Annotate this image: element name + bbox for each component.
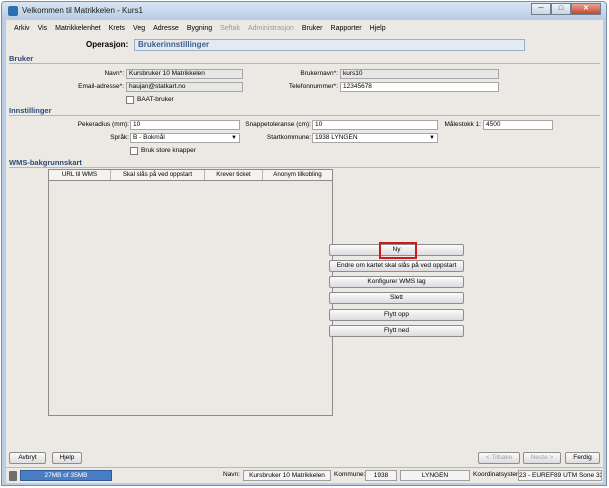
next-button: Neste >: [523, 452, 561, 464]
status-kommune-name: LYNGEN: [400, 470, 470, 481]
delete-button[interactable]: Slett: [329, 292, 464, 304]
highlight-marker: [379, 242, 417, 259]
close-button[interactable]: ✕: [571, 3, 601, 15]
big-buttons-checkbox[interactable]: [130, 147, 138, 155]
back-button: < Tilbake: [478, 452, 520, 464]
window-title: Velkommen til Matrikkelen - Kurs1: [22, 6, 143, 15]
wms-table[interactable]: URL til WMS Skal slås på ved oppstart Kr…: [48, 169, 333, 416]
menu-krets[interactable]: Krets: [105, 25, 129, 32]
section-wms-heading: WMS-bakgrunnskart: [9, 158, 82, 167]
section-divider: [9, 63, 600, 64]
menu-rapporter[interactable]: Rapporter: [327, 25, 366, 32]
menu-veg[interactable]: Veg: [129, 25, 149, 32]
operation-label: Operasjon:: [86, 40, 129, 49]
language-value: B - Bokmål: [133, 134, 165, 141]
email-label: Email-adresse*:: [78, 83, 124, 90]
move-up-button[interactable]: Flytt opp: [329, 309, 464, 321]
section-divider: [9, 167, 600, 168]
wms-table-header: URL til WMS Skal slås på ved oppstart Kr…: [49, 170, 332, 181]
move-down-button[interactable]: Flytt ned: [329, 325, 464, 337]
language-label: Språk:: [110, 134, 129, 141]
language-select[interactable]: B - Bokmål ▼: [130, 133, 240, 143]
menu-adresse[interactable]: Adresse: [149, 25, 183, 32]
toggle-startup-button[interactable]: Endre om kartet skal slås på ved oppstar…: [329, 260, 464, 272]
email-field[interactable]: haujan@statkart.no: [126, 82, 243, 92]
app-icon: [8, 6, 18, 16]
chevron-down-icon: ▼: [231, 135, 237, 141]
status-name-label: Navn:: [223, 471, 240, 478]
menu-hjelp[interactable]: Hjelp: [366, 25, 390, 32]
big-buttons-label: Bruk store knapper: [141, 147, 196, 154]
status-kommune-label: Kommune:: [334, 471, 366, 478]
section-innstillinger-heading: Innstillinger: [9, 106, 52, 115]
username-label: Brukernavn*:: [300, 70, 338, 77]
scale-field[interactable]: 4500: [483, 120, 553, 130]
phone-field[interactable]: 12345678: [340, 82, 499, 92]
menu-seftak: Seftak: [220, 24, 240, 32]
menu-bygning[interactable]: Bygning: [183, 25, 216, 32]
configure-wms-button[interactable]: Konfigurer WMS lag: [329, 276, 464, 288]
status-name-value: Kursbruker 10 Matrikkelen: [243, 470, 331, 481]
column-header-url[interactable]: URL til WMS: [49, 170, 111, 180]
snap-tolerance-field[interactable]: 10: [312, 120, 438, 130]
column-header-startup[interactable]: Skal slås på ved oppstart: [111, 170, 205, 180]
startkommune-label: Startkommune:: [266, 134, 311, 141]
menu-administrasjon: Administrasjon: [247, 24, 294, 32]
name-field[interactable]: Kursbruker 10 Matrikkelen: [126, 69, 243, 79]
baat-label: BAAT-bruker: [137, 96, 174, 103]
operation-value: Brukerinnstillinger: [134, 39, 525, 51]
column-header-anonymous[interactable]: Anonym tilkobling: [263, 170, 332, 180]
pointer-radius-label: Pekeradius (mm):: [77, 121, 129, 128]
status-coord-value: 23 - EUREF89 UTM Sone 33: [518, 470, 602, 481]
title-bar[interactable]: Velkommen til Matrikkelen - Kurs1 ─ □ ✕: [2, 2, 606, 20]
pointer-radius-field[interactable]: 10: [130, 120, 240, 130]
operation-bar: Operasjon: Brukerinnstillinger: [6, 37, 603, 52]
menu-vis[interactable]: Vis: [34, 25, 52, 32]
name-label: Navn*:: [104, 70, 124, 77]
finish-button[interactable]: Ferdig: [565, 452, 600, 464]
memory-indicator[interactable]: 27MB of 35MB: [20, 470, 112, 481]
maximize-button[interactable]: □: [551, 3, 571, 15]
startkommune-value: 1938 LYNGEN: [315, 134, 358, 141]
trash-icon[interactable]: [9, 471, 17, 481]
cancel-button[interactable]: Avbryt: [9, 452, 46, 464]
menu-arkiv[interactable]: Arkiv: [10, 25, 34, 32]
section-bruker-heading: Bruker: [9, 54, 34, 63]
phone-label: Telefonnummer*:: [288, 83, 338, 90]
help-button[interactable]: Hjelp: [52, 452, 82, 464]
application-window: Velkommen til Matrikkelen - Kurs1 ─ □ ✕ …: [1, 1, 607, 486]
status-kommune-number: 1938: [365, 470, 397, 481]
chevron-down-icon: ▼: [429, 135, 435, 141]
menu-bar: Arkiv Vis Matrikkelenhet Krets Veg Adres…: [6, 20, 603, 36]
section-divider: [9, 115, 600, 116]
scale-label: Målestokk 1:: [444, 121, 482, 128]
minimize-button[interactable]: ─: [531, 3, 551, 15]
status-bar: 27MB of 35MB Navn: Kursbruker 10 Matrikk…: [6, 468, 603, 483]
username-field[interactable]: kurs10: [340, 69, 499, 79]
baat-checkbox[interactable]: [126, 96, 134, 104]
menu-bruker[interactable]: Bruker: [298, 25, 327, 32]
menu-matrikkelenhet[interactable]: Matrikkelenhet: [51, 25, 105, 32]
snap-tolerance-label: Snappetoleranse (cm):: [245, 121, 311, 128]
status-coord-label: Koordinatsystem:: [473, 471, 524, 478]
column-header-ticket[interactable]: Krever ticket: [205, 170, 263, 180]
startkommune-select[interactable]: 1938 LYNGEN ▼: [312, 133, 438, 143]
client-area: Arkiv Vis Matrikkelenhet Krets Veg Adres…: [6, 20, 603, 483]
